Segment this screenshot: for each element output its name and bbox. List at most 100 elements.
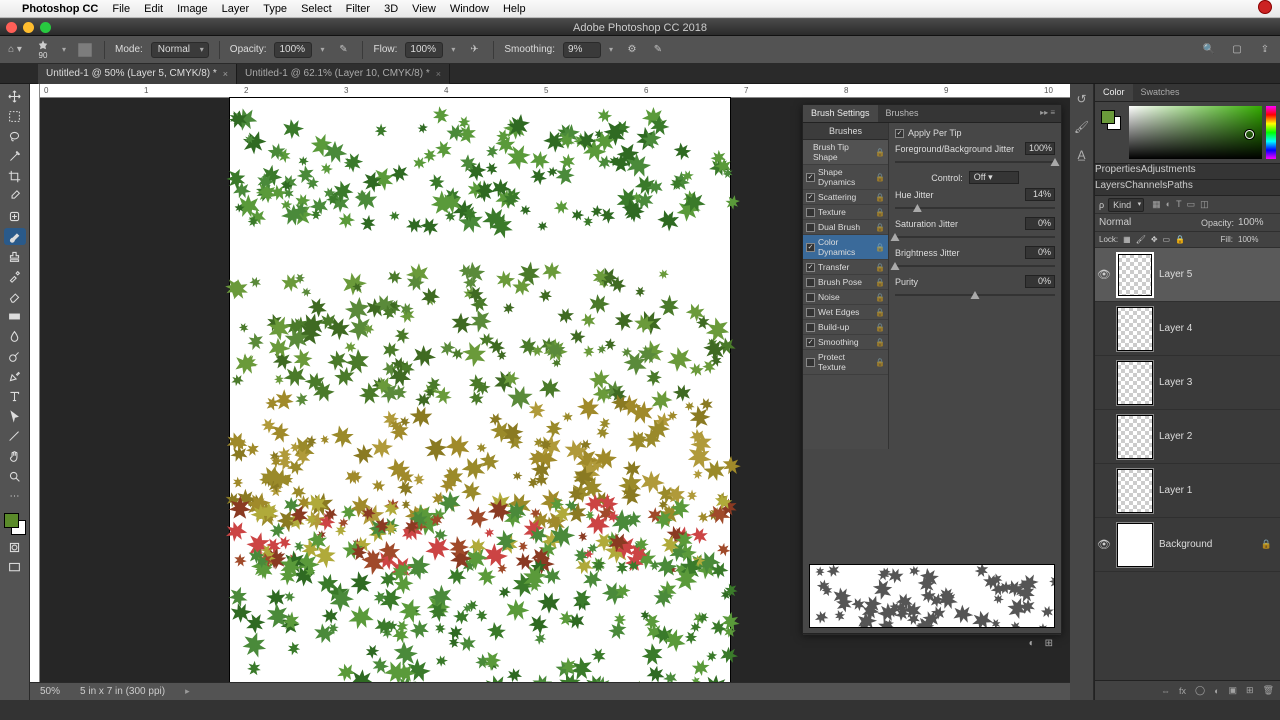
- toggle-preview-icon[interactable]: ◐: [1029, 638, 1035, 649]
- smoothing-gear-icon[interactable]: ⚙: [623, 41, 641, 59]
- delete-layer-icon[interactable]: 🗑: [1263, 685, 1274, 696]
- layer-row[interactable]: 👁Background🔒: [1095, 518, 1280, 572]
- blend-mode-select[interactable]: Normal: [1099, 217, 1169, 228]
- layer-opacity-field[interactable]: 100%: [1238, 217, 1276, 228]
- pressure-opacity-icon[interactable]: ✎: [334, 41, 352, 59]
- move-tool[interactable]: [4, 88, 26, 105]
- menu-file[interactable]: File: [112, 3, 130, 15]
- filter-smart-icon[interactable]: ◫: [1200, 199, 1209, 210]
- spot-heal-tool[interactable]: [4, 208, 26, 225]
- search-icon[interactable]: 🔍: [1200, 41, 1218, 59]
- screenmode-icon[interactable]: [4, 559, 26, 576]
- character-icon[interactable]: A̲: [1073, 148, 1091, 166]
- canvas-area[interactable]: 0 1 2 3 4 5 6 7 8 9 10 Brush Settings Br…: [30, 84, 1070, 700]
- layer-row[interactable]: Layer 4: [1095, 302, 1280, 356]
- brush-cat-color-dynamics[interactable]: ✓Color Dynamics🔒: [803, 235, 888, 260]
- close-tab-icon[interactable]: ×: [223, 69, 228, 79]
- bri-jitter-value[interactable]: 0%: [1025, 246, 1055, 259]
- traffic-lights[interactable]: [6, 22, 51, 33]
- fullscreen-icon[interactable]: [40, 22, 51, 33]
- brush-cat-texture[interactable]: Texture🔒: [803, 205, 888, 220]
- menu-type[interactable]: Type: [263, 3, 287, 15]
- brush-cat-noise[interactable]: Noise🔒: [803, 290, 888, 305]
- more-tools-icon[interactable]: ⋯: [4, 488, 26, 505]
- tab-layers[interactable]: Layers: [1095, 180, 1125, 195]
- menu-edit[interactable]: Edit: [144, 3, 163, 15]
- purity-slider[interactable]: [895, 290, 1055, 300]
- layer-row[interactable]: Layer 1: [1095, 464, 1280, 518]
- menu-image[interactable]: Image: [177, 3, 208, 15]
- brush-cat-transfer[interactable]: ✓Transfer🔒: [803, 260, 888, 275]
- menu-window[interactable]: Window: [450, 3, 489, 15]
- lasso-tool[interactable]: [4, 128, 26, 145]
- filter-pixel-icon[interactable]: ▦: [1152, 199, 1161, 210]
- minimize-icon[interactable]: [23, 22, 34, 33]
- zoom-tool[interactable]: [4, 468, 26, 485]
- control-dropdown[interactable]: Off ▾: [969, 171, 1019, 184]
- doc-info[interactable]: 5 in x 7 in (300 ppi): [80, 686, 165, 697]
- tab-swatches[interactable]: Swatches: [1133, 84, 1188, 101]
- filter-shape-icon[interactable]: ▭: [1187, 199, 1196, 210]
- eyedropper-tool[interactable]: [4, 188, 26, 205]
- link-layers-icon[interactable]: ⇔: [1161, 686, 1170, 696]
- hue-slider[interactable]: [1266, 106, 1276, 159]
- fgbg-jitter-value[interactable]: 100%: [1025, 142, 1055, 155]
- fill-adjust-icon[interactable]: ◐: [1214, 686, 1219, 696]
- collapse-icon[interactable]: ▸▸ ≡: [1034, 105, 1061, 122]
- tab-channels[interactable]: Channels: [1125, 180, 1167, 195]
- layer-fill-field[interactable]: 100%: [1238, 235, 1276, 244]
- apply-per-tip-checkbox[interactable]: ✓: [895, 129, 904, 138]
- ruler-vertical[interactable]: [30, 84, 40, 682]
- zoom-level[interactable]: 50%: [40, 686, 60, 697]
- workspace-icon[interactable]: ▢: [1228, 41, 1246, 59]
- color-swatches-tool[interactable]: [3, 512, 27, 536]
- purity-value[interactable]: 0%: [1025, 275, 1055, 288]
- sat-jitter-slider[interactable]: [895, 232, 1055, 242]
- path-select-tool[interactable]: [4, 408, 26, 425]
- dodge-tool[interactable]: [4, 348, 26, 365]
- flow-field[interactable]: 100%: [405, 42, 443, 58]
- layer-filter-kind[interactable]: Kind: [1108, 198, 1144, 212]
- brush-cat-wet-edges[interactable]: Wet Edges🔒: [803, 305, 888, 320]
- lock-move-icon[interactable]: ✥: [1151, 235, 1158, 244]
- stamp-tool[interactable]: [4, 248, 26, 265]
- status-arrow-icon[interactable]: ▸: [185, 686, 190, 697]
- brush-tool[interactable]: [4, 228, 26, 245]
- visibility-icon[interactable]: 👁: [1097, 538, 1111, 551]
- group-icon[interactable]: ▣: [1229, 685, 1238, 696]
- menu-3d[interactable]: 3D: [384, 3, 398, 15]
- menu-layer[interactable]: Layer: [222, 3, 250, 15]
- home-icon[interactable]: ⌂ ▾: [6, 41, 24, 59]
- new-preset-icon[interactable]: ⊞: [1045, 638, 1053, 649]
- quickmask-icon[interactable]: [4, 539, 26, 556]
- share-icon[interactable]: ⇪: [1256, 41, 1274, 59]
- menu-filter[interactable]: Filter: [346, 3, 370, 15]
- pen-tool[interactable]: [4, 368, 26, 385]
- doc-tab-2[interactable]: Untitled-1 @ 62.1% (Layer 10, CMYK/8) *×: [237, 64, 450, 84]
- brushes-header[interactable]: Brushes: [803, 123, 888, 140]
- brush-icon[interactable]: 🖌: [1073, 120, 1091, 138]
- mask-icon[interactable]: ◯: [1195, 685, 1205, 696]
- fgbg-jitter-slider[interactable]: [895, 157, 1055, 167]
- menu-view[interactable]: View: [412, 3, 436, 15]
- brush-cat-shape-dynamics[interactable]: ✓Shape Dynamics🔒: [803, 165, 888, 190]
- tab-brush-settings[interactable]: Brush Settings: [803, 105, 878, 122]
- eraser-tool[interactable]: [4, 288, 26, 305]
- layer-row[interactable]: Layer 3: [1095, 356, 1280, 410]
- tab-color[interactable]: Color: [1095, 84, 1133, 101]
- new-layer-icon[interactable]: ⊞: [1246, 685, 1254, 696]
- history-brush-tool[interactable]: [4, 268, 26, 285]
- brush-cat-build-up[interactable]: Build-up🔒: [803, 320, 888, 335]
- menu-select[interactable]: Select: [301, 3, 332, 15]
- close-tab-icon[interactable]: ×: [436, 69, 441, 79]
- close-icon[interactable]: [6, 22, 17, 33]
- document-canvas[interactable]: [230, 98, 730, 698]
- blur-tool[interactable]: [4, 328, 26, 345]
- type-tool[interactable]: [4, 388, 26, 405]
- bri-jitter-slider[interactable]: [895, 261, 1055, 271]
- history-icon[interactable]: ↺: [1073, 92, 1091, 110]
- brush-dropdown-icon[interactable]: ▾: [62, 45, 68, 54]
- brush-cat-brush-tip-shape[interactable]: Brush Tip Shape🔒: [803, 140, 888, 165]
- hand-tool[interactable]: [4, 448, 26, 465]
- doc-tab-1[interactable]: Untitled-1 @ 50% (Layer 5, CMYK/8) *×: [38, 64, 237, 84]
